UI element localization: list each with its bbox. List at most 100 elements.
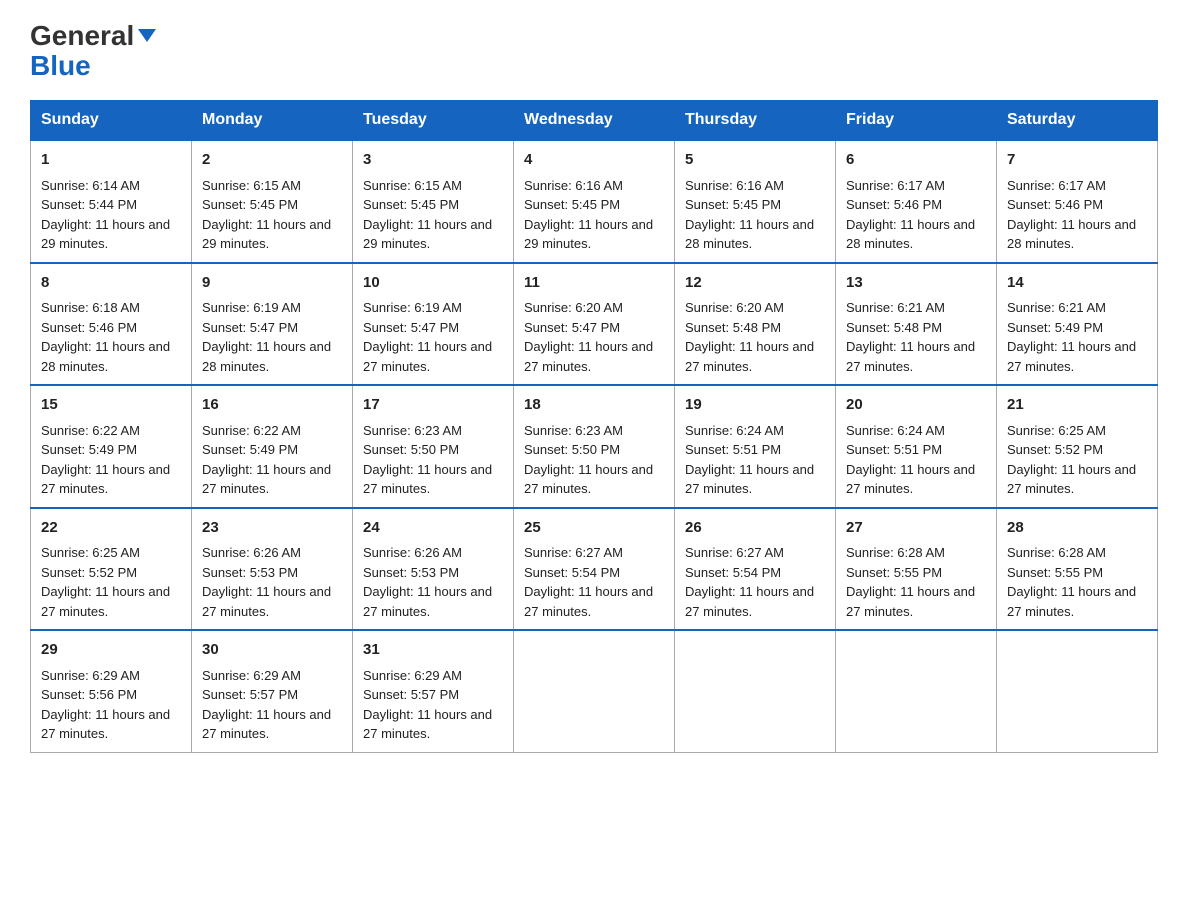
day-number: 10 xyxy=(363,272,503,295)
sunset-text: Sunset: 5:47 PM xyxy=(524,320,620,335)
daylight-text: Daylight: 11 hours and 27 minutes. xyxy=(524,339,653,374)
sunrise-text: Sunrise: 6:27 AM xyxy=(524,545,623,560)
calendar-cell: 9Sunrise: 6:19 AMSunset: 5:47 PMDaylight… xyxy=(192,263,353,386)
calendar-cell: 11 Sunrise: 6:20 AM Sunset: 5:47 PM Dayligh… xyxy=(514,263,675,386)
sunrise-text: Sunrise: 6:17 AM xyxy=(846,178,945,193)
calendar-cell: 26Sunrise: 6:27 AMSunset: 5:54 PMDayligh… xyxy=(675,508,836,631)
day-number: 23 xyxy=(202,517,342,540)
calendar-cell xyxy=(997,630,1158,752)
sunrise-text: Sunrise: 6:15 AM xyxy=(202,178,301,193)
sunrise-text: Sunrise: 6:18 AM xyxy=(41,300,140,315)
daylight-text: Daylight: 11 hours and 27 minutes. xyxy=(363,339,492,374)
sunset-text: Sunset: 5:46 PM xyxy=(1007,197,1103,212)
calendar-cell: 5Sunrise: 6:16 AMSunset: 5:45 PMDaylight… xyxy=(675,140,836,263)
daylight-text: Daylight: 11 hours and 27 minutes. xyxy=(363,584,492,619)
sunrise-text: Sunrise: 6:25 AM xyxy=(41,545,140,560)
day-number: 2 xyxy=(202,149,342,172)
daylight-text: Daylight: 11 hours and 29 minutes. xyxy=(363,217,492,252)
calendar-cell: 16 Sunrise: 6:22 AM Sunset: 5:49 PM Dayligh… xyxy=(192,385,353,508)
sunrise-text: Sunrise: 6:29 AM xyxy=(363,668,462,683)
sunrise-text: Sunrise: 6:20 AM xyxy=(524,300,623,315)
sunset-text: Sunset: 5:53 PM xyxy=(363,565,459,580)
day-number: 30 xyxy=(202,639,342,662)
sunset-text: Sunset: 5:49 PM xyxy=(202,442,298,457)
week-row-5: 29Sunrise: 6:29 AMSunset: 5:56 PMDayligh… xyxy=(31,630,1158,752)
calendar-cell: 28Sunrise: 6:28 AMSunset: 5:55 PMDayligh… xyxy=(997,508,1158,631)
logo-triangle-icon xyxy=(138,29,156,42)
day-number: 27 xyxy=(846,517,986,540)
sunrise-text: Sunrise: 6:16 AM xyxy=(524,178,623,193)
daylight-text: Daylight: 11 hours and 27 minutes. xyxy=(202,462,331,497)
daylight-text: Daylight: 11 hours and 29 minutes. xyxy=(202,217,331,252)
sunset-text: Sunset: 5:45 PM xyxy=(363,197,459,212)
sunset-text: Sunset: 5:54 PM xyxy=(524,565,620,580)
daylight-text: Daylight: 11 hours and 27 minutes. xyxy=(1007,462,1136,497)
day-number: 13 xyxy=(846,272,986,295)
daylight-text: Daylight: 11 hours and 27 minutes. xyxy=(685,584,814,619)
calendar-cell: 14Sunrise: 6:21 AMSunset: 5:49 PMDayligh… xyxy=(997,263,1158,386)
calendar-cell: 8Sunrise: 6:18 AMSunset: 5:46 PMDaylight… xyxy=(31,263,192,386)
calendar-table: SundayMondayTuesdayWednesdayThursdayFrid… xyxy=(30,100,1158,753)
sunset-text: Sunset: 5:50 PM xyxy=(524,442,620,457)
daylight-text: Daylight: 11 hours and 29 minutes. xyxy=(41,217,170,252)
sunset-text: Sunset: 5:48 PM xyxy=(685,320,781,335)
calendar-cell: 3 Sunrise: 6:15 AM Sunset: 5:45 PM Daylight… xyxy=(353,140,514,263)
daylight-text: Daylight: 11 hours and 27 minutes. xyxy=(524,462,653,497)
calendar-cell: 23Sunrise: 6:26 AMSunset: 5:53 PMDayligh… xyxy=(192,508,353,631)
calendar-cell: 2Sunrise: 6:15 AMSunset: 5:45 PMDaylight… xyxy=(192,140,353,263)
calendar-cell: 19Sunrise: 6:24 AMSunset: 5:51 PMDayligh… xyxy=(675,385,836,508)
sunrise-text: Sunrise: 6:26 AM xyxy=(202,545,301,560)
day-number: 16 xyxy=(202,394,342,417)
sunset-text: Sunset: 5:46 PM xyxy=(846,197,942,212)
day-number: 9 xyxy=(202,272,342,295)
sunrise-text: Sunrise: 6:29 AM xyxy=(41,668,140,683)
week-row-3: 15 Sunrise: 6:22 AM Sunset: 5:49 PM Dayligh… xyxy=(31,385,1158,508)
day-number: 15 xyxy=(41,394,181,417)
sunset-text: Sunset: 5:52 PM xyxy=(1007,442,1103,457)
day-number: 18 xyxy=(524,394,664,417)
sunrise-text: Sunrise: 6:24 AM xyxy=(685,423,784,438)
header-sunday: Sunday xyxy=(31,101,192,141)
calendar-cell: 24Sunrise: 6:26 AMSunset: 5:53 PMDayligh… xyxy=(353,508,514,631)
sunrise-text: Sunrise: 6:22 AM xyxy=(41,423,140,438)
sunrise-text: Sunrise: 6:22 AM xyxy=(202,423,301,438)
sunrise-text: Sunrise: 6:15 AM xyxy=(363,178,462,193)
sunrise-text: Sunrise: 6:24 AM xyxy=(846,423,945,438)
day-number: 19 xyxy=(685,394,825,417)
sunset-text: Sunset: 5:54 PM xyxy=(685,565,781,580)
sunrise-text: Sunrise: 6:25 AM xyxy=(1007,423,1106,438)
day-number: 12 xyxy=(685,272,825,295)
calendar-cell: 27Sunrise: 6:28 AMSunset: 5:55 PMDayligh… xyxy=(836,508,997,631)
sunset-text: Sunset: 5:47 PM xyxy=(363,320,459,335)
day-number: 20 xyxy=(846,394,986,417)
daylight-text: Daylight: 11 hours and 27 minutes. xyxy=(524,584,653,619)
sunset-text: Sunset: 5:45 PM xyxy=(524,197,620,212)
header-monday: Monday xyxy=(192,101,353,141)
day-number: 7 xyxy=(1007,149,1147,172)
day-number: 28 xyxy=(1007,517,1147,540)
day-number: 11 xyxy=(524,272,664,295)
sunset-text: Sunset: 5:45 PM xyxy=(685,197,781,212)
daylight-text: Daylight: 11 hours and 27 minutes. xyxy=(846,584,975,619)
day-number: 26 xyxy=(685,517,825,540)
logo: General Blue xyxy=(30,20,156,80)
sunset-text: Sunset: 5:55 PM xyxy=(846,565,942,580)
day-number: 8 xyxy=(41,272,181,295)
day-number: 3 xyxy=(363,149,503,172)
daylight-text: Daylight: 11 hours and 27 minutes. xyxy=(202,707,331,742)
daylight-text: Daylight: 11 hours and 27 minutes. xyxy=(41,462,170,497)
header-friday: Friday xyxy=(836,101,997,141)
logo-general: General xyxy=(30,20,134,52)
sunrise-text: Sunrise: 6:19 AM xyxy=(202,300,301,315)
daylight-text: Daylight: 11 hours and 28 minutes. xyxy=(202,339,331,374)
calendar-cell xyxy=(514,630,675,752)
sunset-text: Sunset: 5:53 PM xyxy=(202,565,298,580)
header-wednesday: Wednesday xyxy=(514,101,675,141)
daylight-text: Daylight: 11 hours and 27 minutes. xyxy=(1007,339,1136,374)
sunrise-text: Sunrise: 6:26 AM xyxy=(363,545,462,560)
calendar-cell: 20Sunrise: 6:24 AMSunset: 5:51 PMDayligh… xyxy=(836,385,997,508)
sunrise-text: Sunrise: 6:20 AM xyxy=(685,300,784,315)
sunset-text: Sunset: 5:49 PM xyxy=(1007,320,1103,335)
sunset-text: Sunset: 5:44 PM xyxy=(41,197,137,212)
daylight-text: Daylight: 11 hours and 28 minutes. xyxy=(1007,217,1136,252)
